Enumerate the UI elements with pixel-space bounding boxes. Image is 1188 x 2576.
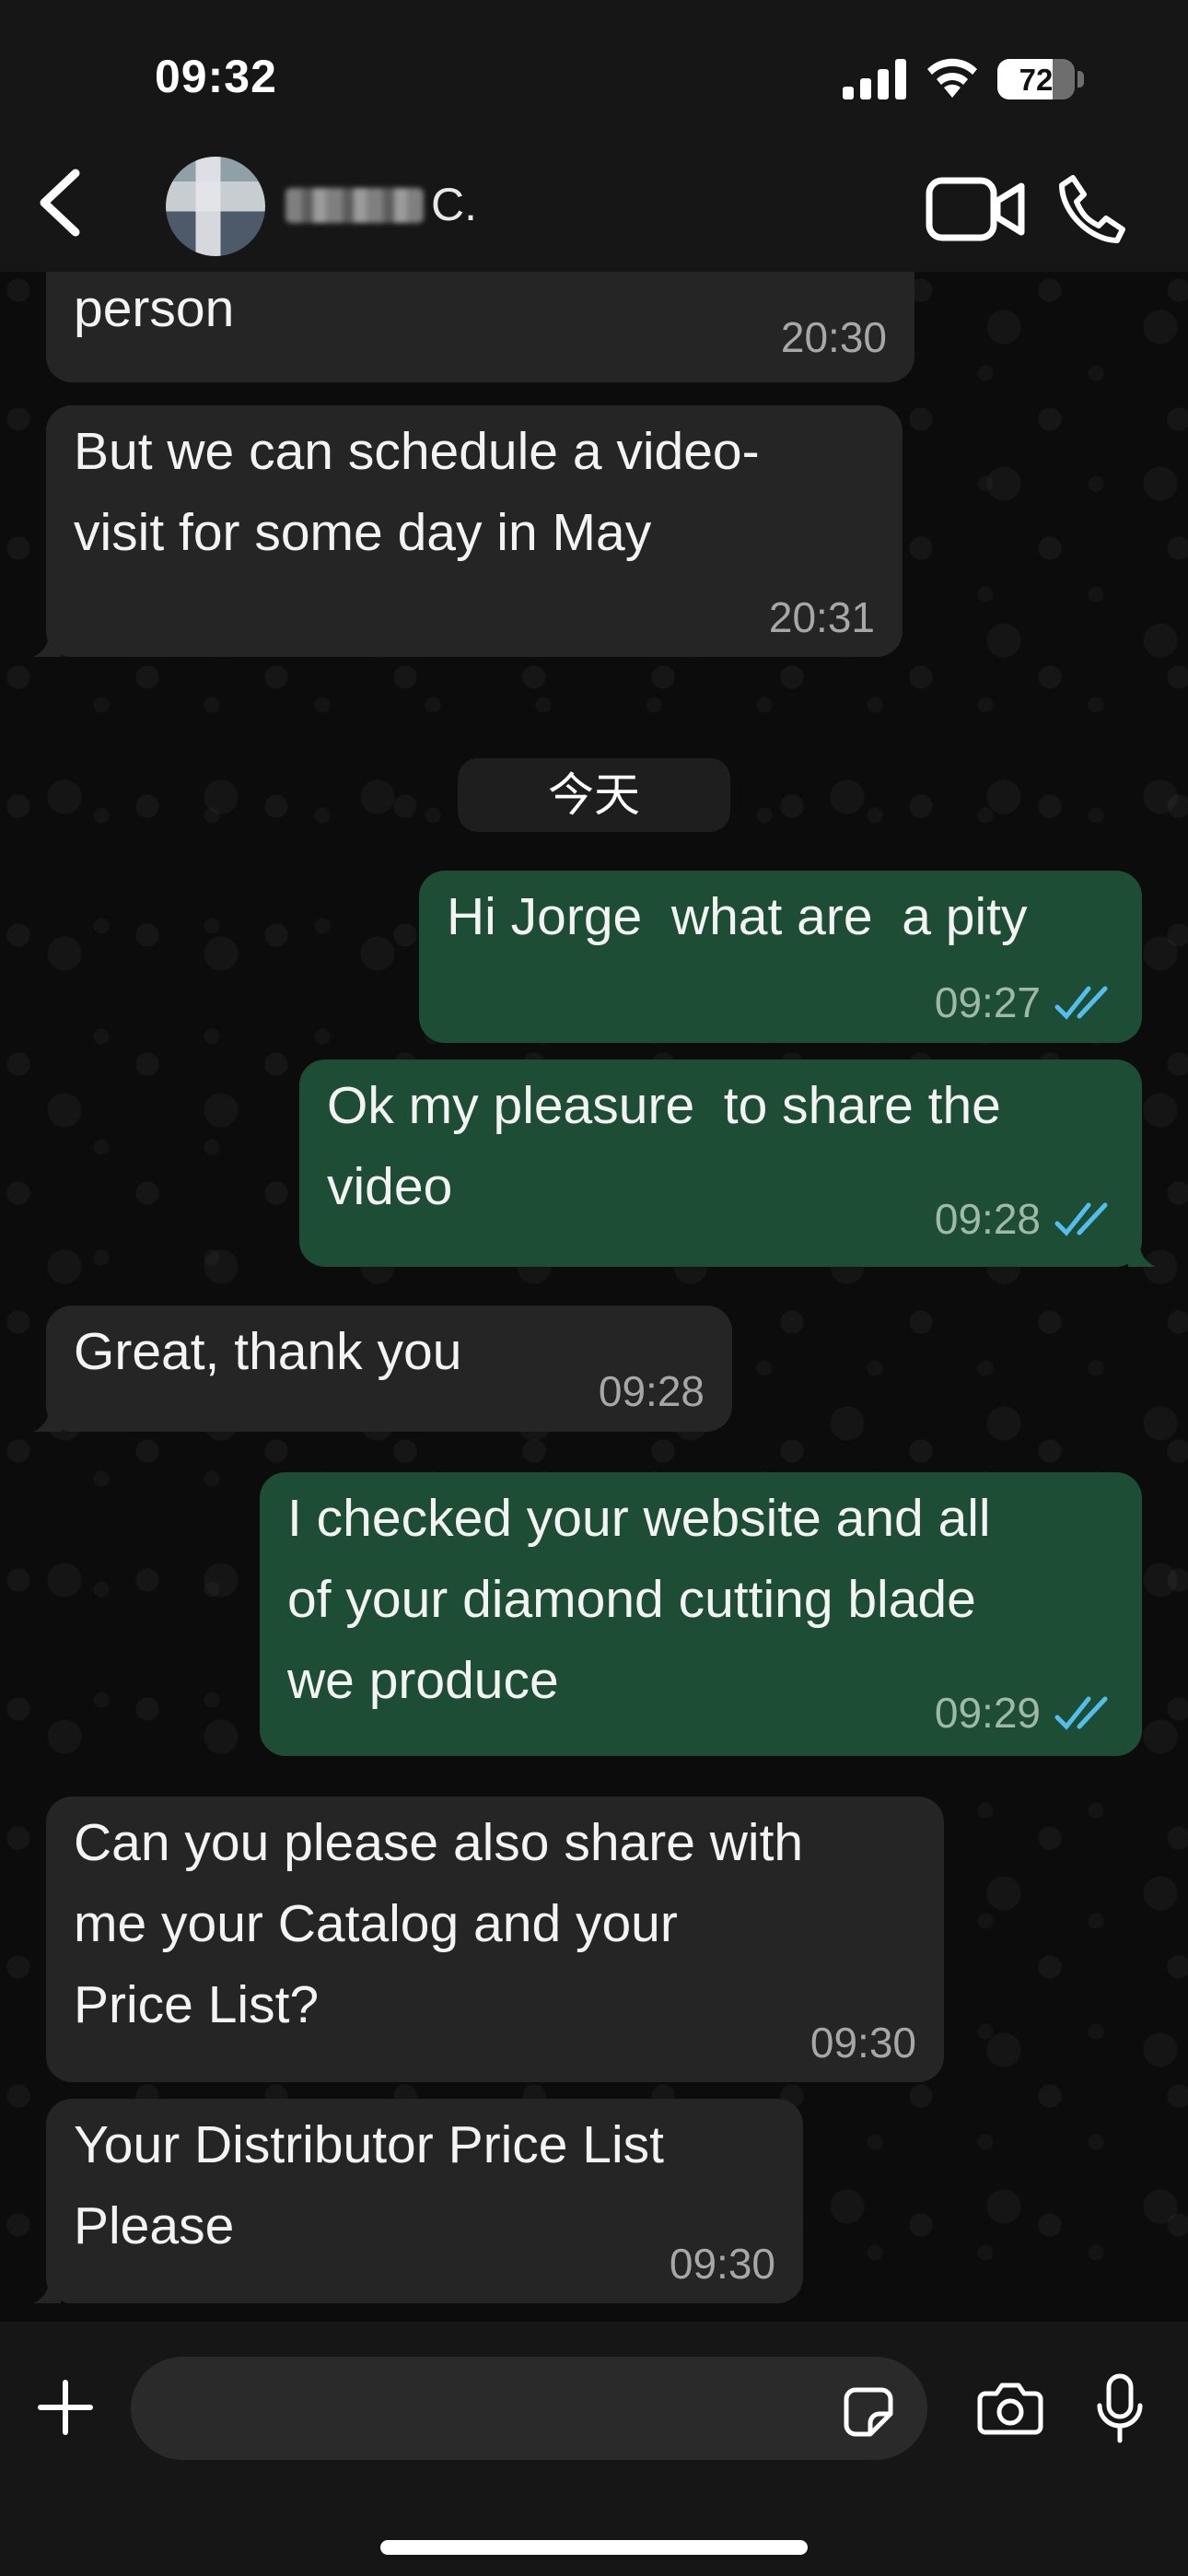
message-text: Can you please also share with me your C… bbox=[74, 1813, 804, 2034]
read-receipt-icon bbox=[1054, 1202, 1108, 1236]
message-bubble-incoming[interactable]: Your Distributor Price List Please 09:30 bbox=[46, 2099, 803, 2303]
bubble-tail bbox=[33, 1404, 61, 1432]
message-text: Great, thank you bbox=[74, 1322, 462, 1381]
video-call-icon[interactable] bbox=[926, 177, 1027, 241]
contact-name-visible: C. bbox=[431, 179, 477, 230]
battery-icon: 72 bbox=[997, 59, 1075, 100]
contact-avatar[interactable] bbox=[166, 157, 265, 256]
message-time: 20:30 bbox=[780, 313, 887, 361]
message-text: person bbox=[74, 279, 235, 338]
message-bubble-incoming[interactable]: But we can schedule a video- visit for s… bbox=[46, 405, 903, 657]
plus-attach-icon[interactable] bbox=[37, 2379, 94, 2436]
date-separator: 今天 bbox=[458, 758, 730, 832]
read-receipt-icon bbox=[1054, 986, 1108, 1020]
message-time: 09:27 bbox=[934, 978, 1041, 1026]
message-text: Ok my pleasure to share the video bbox=[327, 1076, 1001, 1216]
message-text: But we can schedule a video- visit for s… bbox=[74, 422, 760, 562]
camera-icon[interactable] bbox=[976, 2381, 1044, 2436]
read-receipt-icon bbox=[1054, 1696, 1108, 1730]
back-chevron-icon[interactable] bbox=[28, 166, 92, 240]
wifi-icon bbox=[927, 58, 977, 98]
message-time: 09:28 bbox=[934, 1195, 1041, 1243]
message-bubble-incoming[interactable]: Great, thank you 09:28 bbox=[46, 1306, 732, 1432]
message-text: Hi Jorge what are a pity bbox=[447, 887, 1028, 946]
bubble-tail bbox=[1128, 1239, 1156, 1267]
microphone-icon[interactable] bbox=[1094, 2372, 1146, 2446]
message-text: I checked your website and all of your d… bbox=[287, 1489, 991, 1710]
chat-header: C. bbox=[0, 157, 1188, 272]
message-time: 09:29 bbox=[934, 1689, 1041, 1737]
message-input[interactable] bbox=[131, 2357, 927, 2460]
message-bubble-outgoing[interactable]: I checked your website and all of your d… bbox=[260, 1472, 1142, 1756]
status-bar: 09:32 72 bbox=[0, 0, 1188, 157]
battery-tip bbox=[1077, 71, 1084, 88]
battery-percent: 72 bbox=[1019, 63, 1054, 97]
home-indicator[interactable] bbox=[380, 2540, 808, 2555]
phone-call-icon[interactable] bbox=[1054, 172, 1128, 246]
message-time: 09:28 bbox=[598, 1367, 705, 1415]
bubble-tail bbox=[33, 2276, 61, 2303]
message-bubble-incoming[interactable]: Can you please also share with me your C… bbox=[46, 1797, 944, 2082]
contact-name[interactable]: C. bbox=[285, 179, 477, 230]
message-bubble-outgoing[interactable]: Ok my pleasure to share the video 09:28 bbox=[299, 1060, 1142, 1267]
cellular-signal-icon bbox=[843, 59, 906, 100]
message-text: Your Distributor Price List Please bbox=[74, 2115, 664, 2255]
message-time: 20:31 bbox=[768, 593, 875, 641]
message-bubble-incoming[interactable]: person 20:30 bbox=[46, 272, 914, 382]
message-bubble-outgoing[interactable]: Hi Jorge what are a pity 09:27 bbox=[419, 871, 1142, 1043]
bubble-tail bbox=[33, 629, 61, 657]
message-time: 09:30 bbox=[669, 2240, 775, 2288]
composer-bar bbox=[0, 2322, 1188, 2576]
message-time: 09:30 bbox=[809, 2019, 916, 2067]
sticker-icon[interactable] bbox=[843, 2386, 894, 2438]
status-time: 09:32 bbox=[155, 51, 277, 102]
chat-messages-area[interactable]: person 20:30 But we can schedule a video… bbox=[0, 272, 1188, 2322]
